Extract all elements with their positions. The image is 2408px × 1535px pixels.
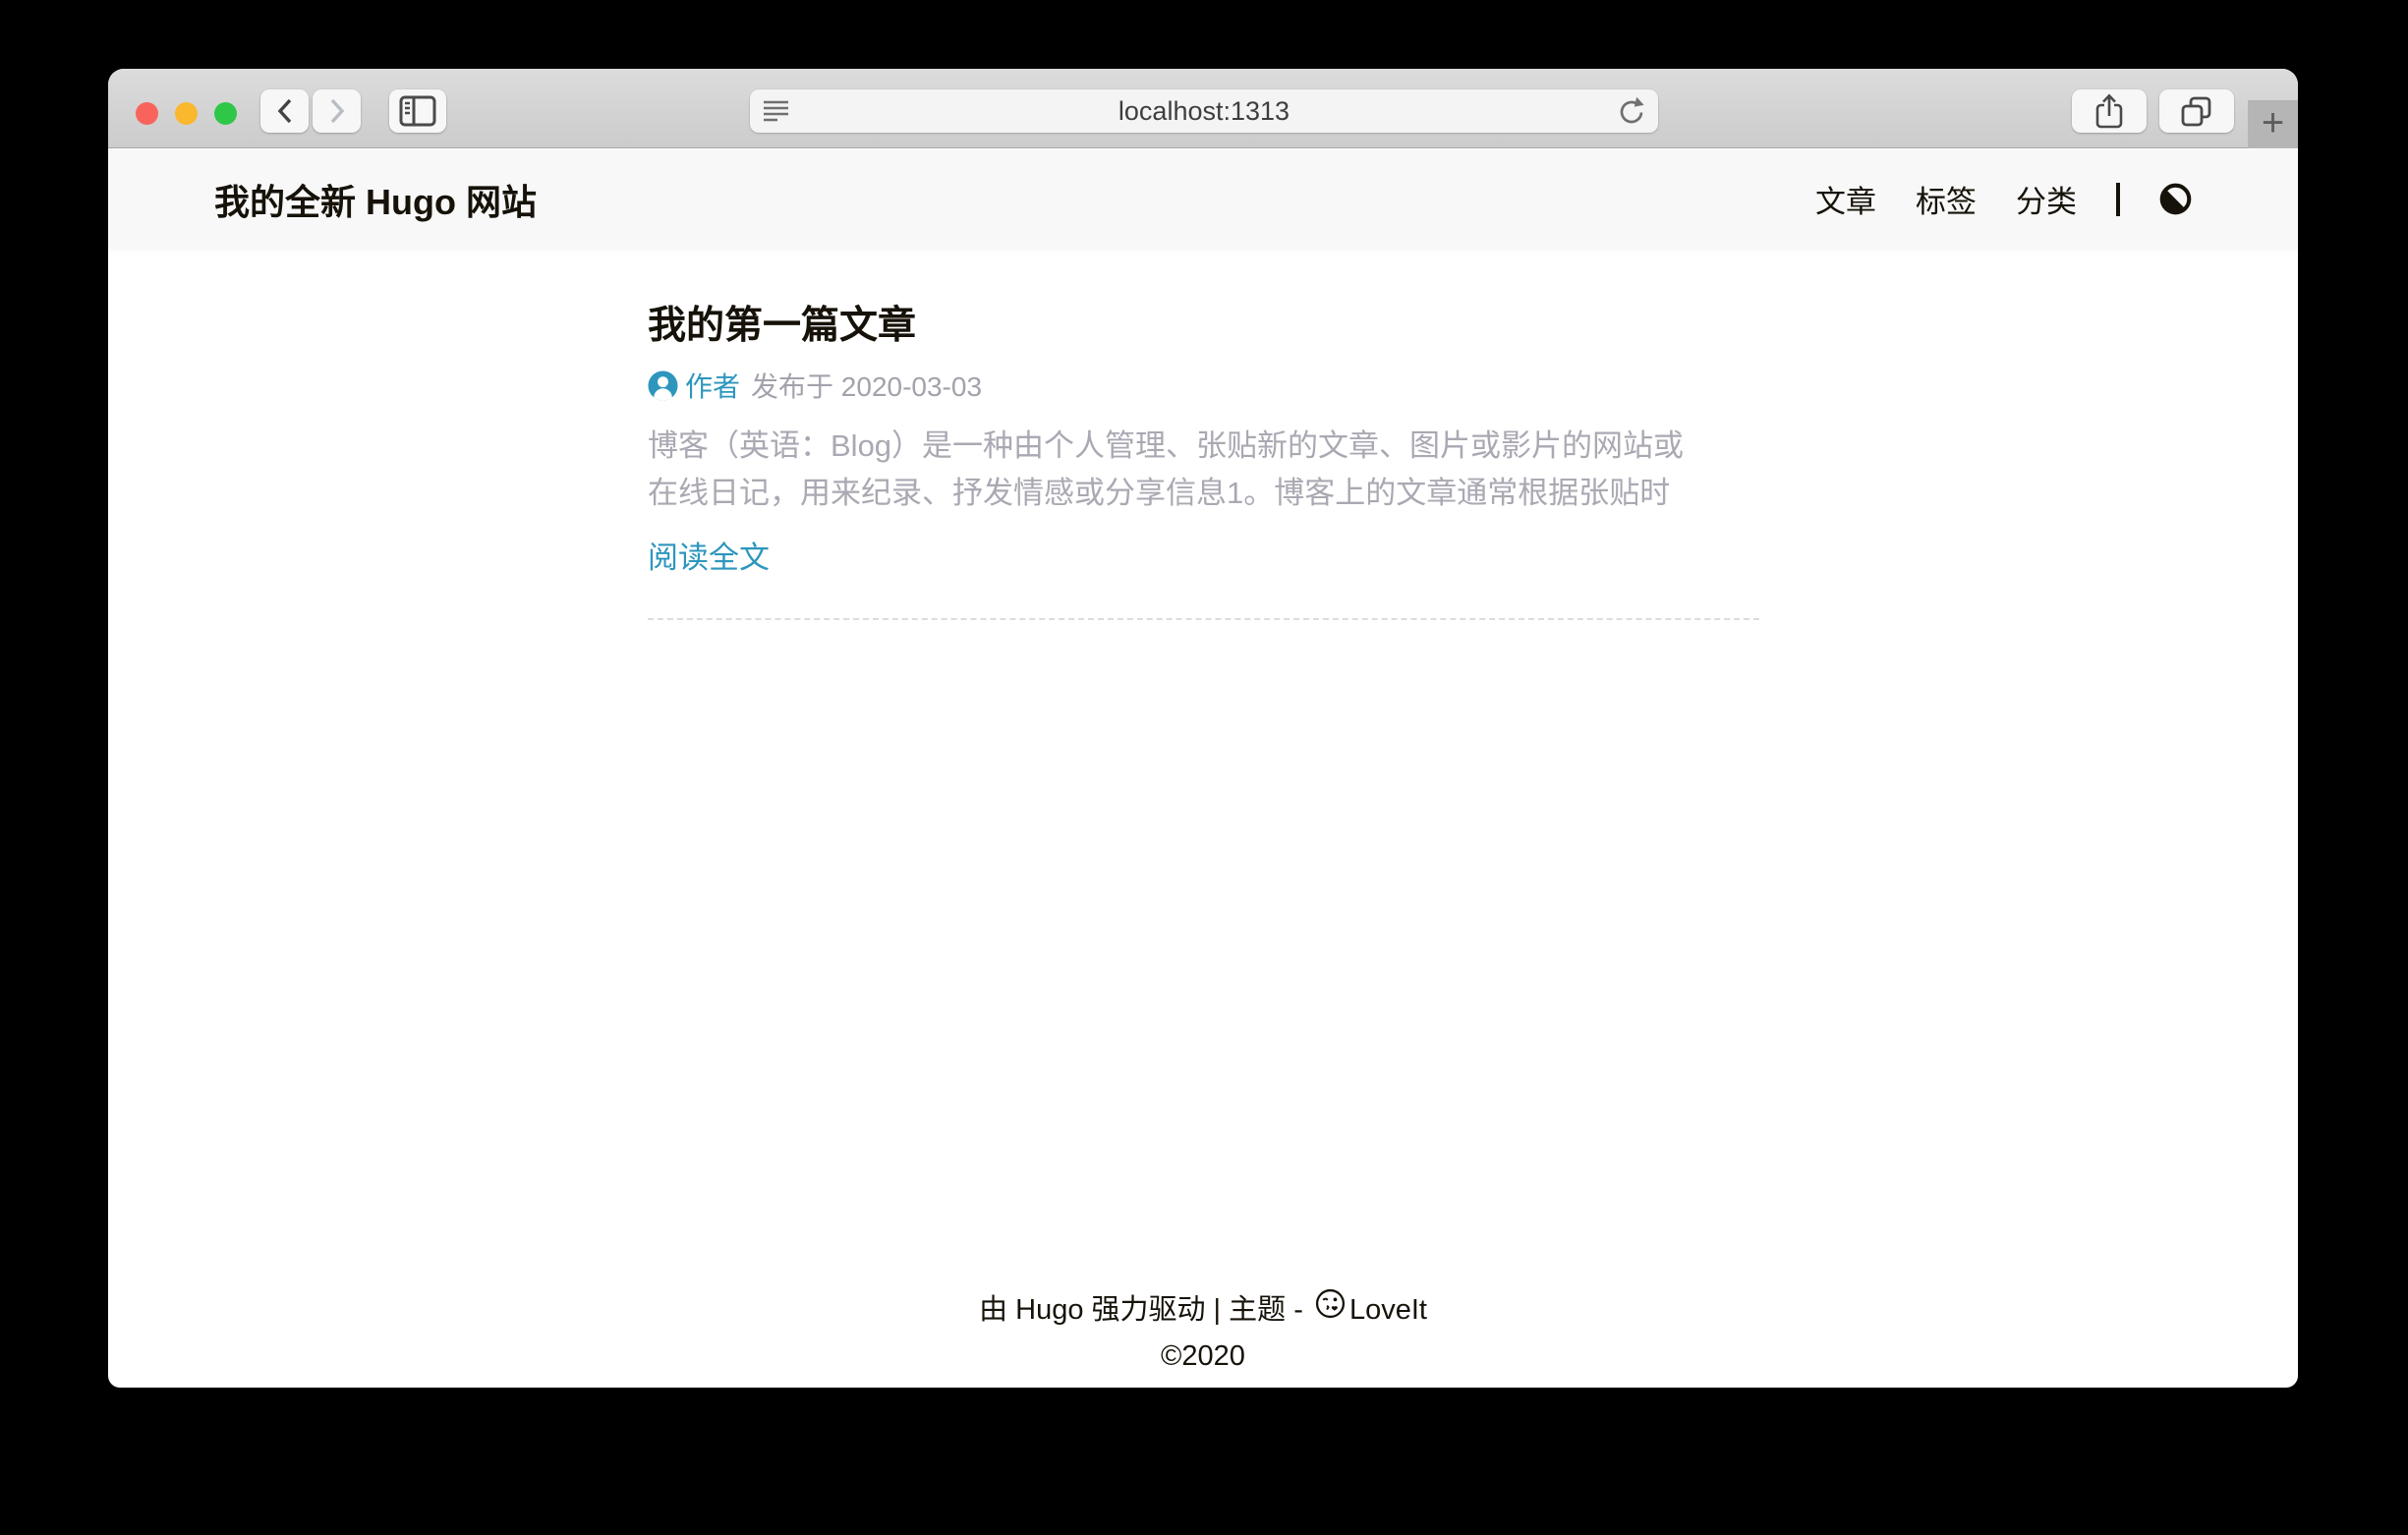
site-header: 我的全新 Hugo 网站 文章 标签 分类 <box>108 149 2298 249</box>
nav-separator <box>2116 183 2120 216</box>
nav-item-tags[interactable]: 标签 <box>1916 177 1977 221</box>
close-window-button[interactable] <box>136 102 158 125</box>
post-divider <box>648 618 1759 620</box>
summary-line: 在线日记，用来纪录、抒发情感或分享信息1。博客上的文章通常根据张贴时 <box>648 470 1759 517</box>
fullscreen-window-button[interactable] <box>214 102 237 125</box>
site-title[interactable]: 我的全新 Hugo 网站 <box>214 174 537 225</box>
site-footer: 由 Hugo 强力驱动 | 主题 - LoveIt ©2020 <box>108 1287 2298 1380</box>
nav-item-posts[interactable]: 文章 <box>1815 177 1876 221</box>
reader-mode-icon[interactable] <box>763 98 789 124</box>
site-nav: 文章 标签 分类 <box>1815 177 2192 221</box>
reload-icon[interactable] <box>1617 96 1646 127</box>
post-author-link[interactable]: 作者 <box>685 366 740 405</box>
author-avatar-icon <box>648 370 678 401</box>
browser-toolbar: localhost:1313 <box>108 69 2298 148</box>
new-tab-button[interactable]: + <box>2248 100 2298 148</box>
summary-line: 博客（英语：Blog）是一种由个人管理、张贴新的文章、图片或影片的网站或 <box>648 423 1759 470</box>
theme-toggle-button[interactable] <box>2159 183 2192 215</box>
footer-copyright: ©2020 <box>108 1334 2298 1380</box>
nav-item-categories[interactable]: 分类 <box>2016 177 2077 221</box>
post-meta: 作者 发布于 2020-03-03 <box>648 366 1759 405</box>
post-title[interactable]: 我的第一篇文章 <box>648 303 1759 350</box>
post-publish-date: 发布于 2020-03-03 <box>751 366 982 405</box>
share-icon <box>2093 92 2125 131</box>
address-bar[interactable]: localhost:1313 <box>750 89 1658 133</box>
footer-powered-line: 由 Hugo 强力驱动 | 主题 - LoveIt <box>108 1287 2298 1334</box>
sidebar-toggle-button[interactable] <box>389 89 446 133</box>
footer-powered-text: 由 Hugo 强力驱动 | 主题 - <box>979 1294 1311 1326</box>
sidebar-icon <box>399 95 436 127</box>
share-button[interactable] <box>2072 89 2147 133</box>
kiss-emoji-icon <box>1311 1288 1349 1319</box>
footer-theme-link[interactable]: LoveIt <box>1349 1294 1427 1326</box>
minimize-window-button[interactable] <box>175 102 198 125</box>
chevron-right-icon <box>326 96 348 126</box>
safari-window: localhost:1313 <box>108 69 2298 1388</box>
theme-toggle-icon <box>2159 183 2192 215</box>
tab-overview-button[interactable] <box>2159 89 2234 133</box>
desktop-background: localhost:1313 <box>0 0 2408 1535</box>
read-more-link[interactable]: 阅读全文 <box>648 533 770 577</box>
url-text: localhost:1313 <box>1118 96 1290 127</box>
tabs-icon <box>2179 95 2214 128</box>
chevron-left-icon <box>274 96 296 126</box>
back-button[interactable] <box>260 89 309 133</box>
forward-button[interactable] <box>313 89 361 133</box>
post-summary-text: 博客（英语：Blog）是一种由个人管理、张贴新的文章、图片或影片的网站或 在线日… <box>648 423 1759 517</box>
post-summary-card: 我的第一篇文章 作者 发布于 2020-03-03 博客（英语：Blo <box>648 303 1759 620</box>
